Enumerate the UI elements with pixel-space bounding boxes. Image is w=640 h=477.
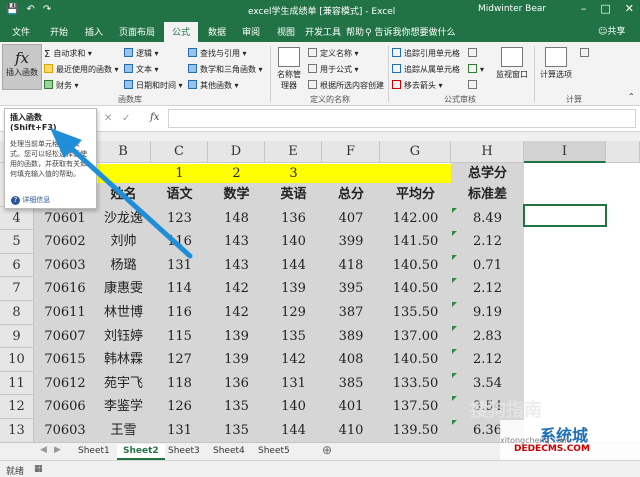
watermark-sogou: 搜狗指南 xyxy=(470,400,542,421)
sheet-tab-4[interactable]: Sheet4 xyxy=(207,444,251,460)
status-text: 就绪 xyxy=(6,467,25,477)
next-sheet-icon[interactable]: ▶ xyxy=(54,445,61,455)
prev-sheet-icon[interactable]: ◀ xyxy=(40,445,47,455)
sheet-tab-3[interactable]: Sheet3 xyxy=(162,444,206,460)
watermark-url: xitongcheng.com xyxy=(500,436,570,445)
sheet-tab-1[interactable]: Sheet1 xyxy=(72,444,116,460)
status-bar: 就绪 ▦ xyxy=(0,460,640,477)
macro-record-icon[interactable]: ▦ xyxy=(34,464,43,474)
sheet-tab-5[interactable]: Sheet5 xyxy=(252,444,296,460)
watermark-dedecms: DEDECMS.COM xyxy=(514,444,590,454)
arrow-annotation xyxy=(50,128,193,259)
sheet-tab-2[interactable]: Sheet2 xyxy=(117,444,165,460)
add-sheet-icon[interactable]: ⊕ xyxy=(322,443,332,457)
